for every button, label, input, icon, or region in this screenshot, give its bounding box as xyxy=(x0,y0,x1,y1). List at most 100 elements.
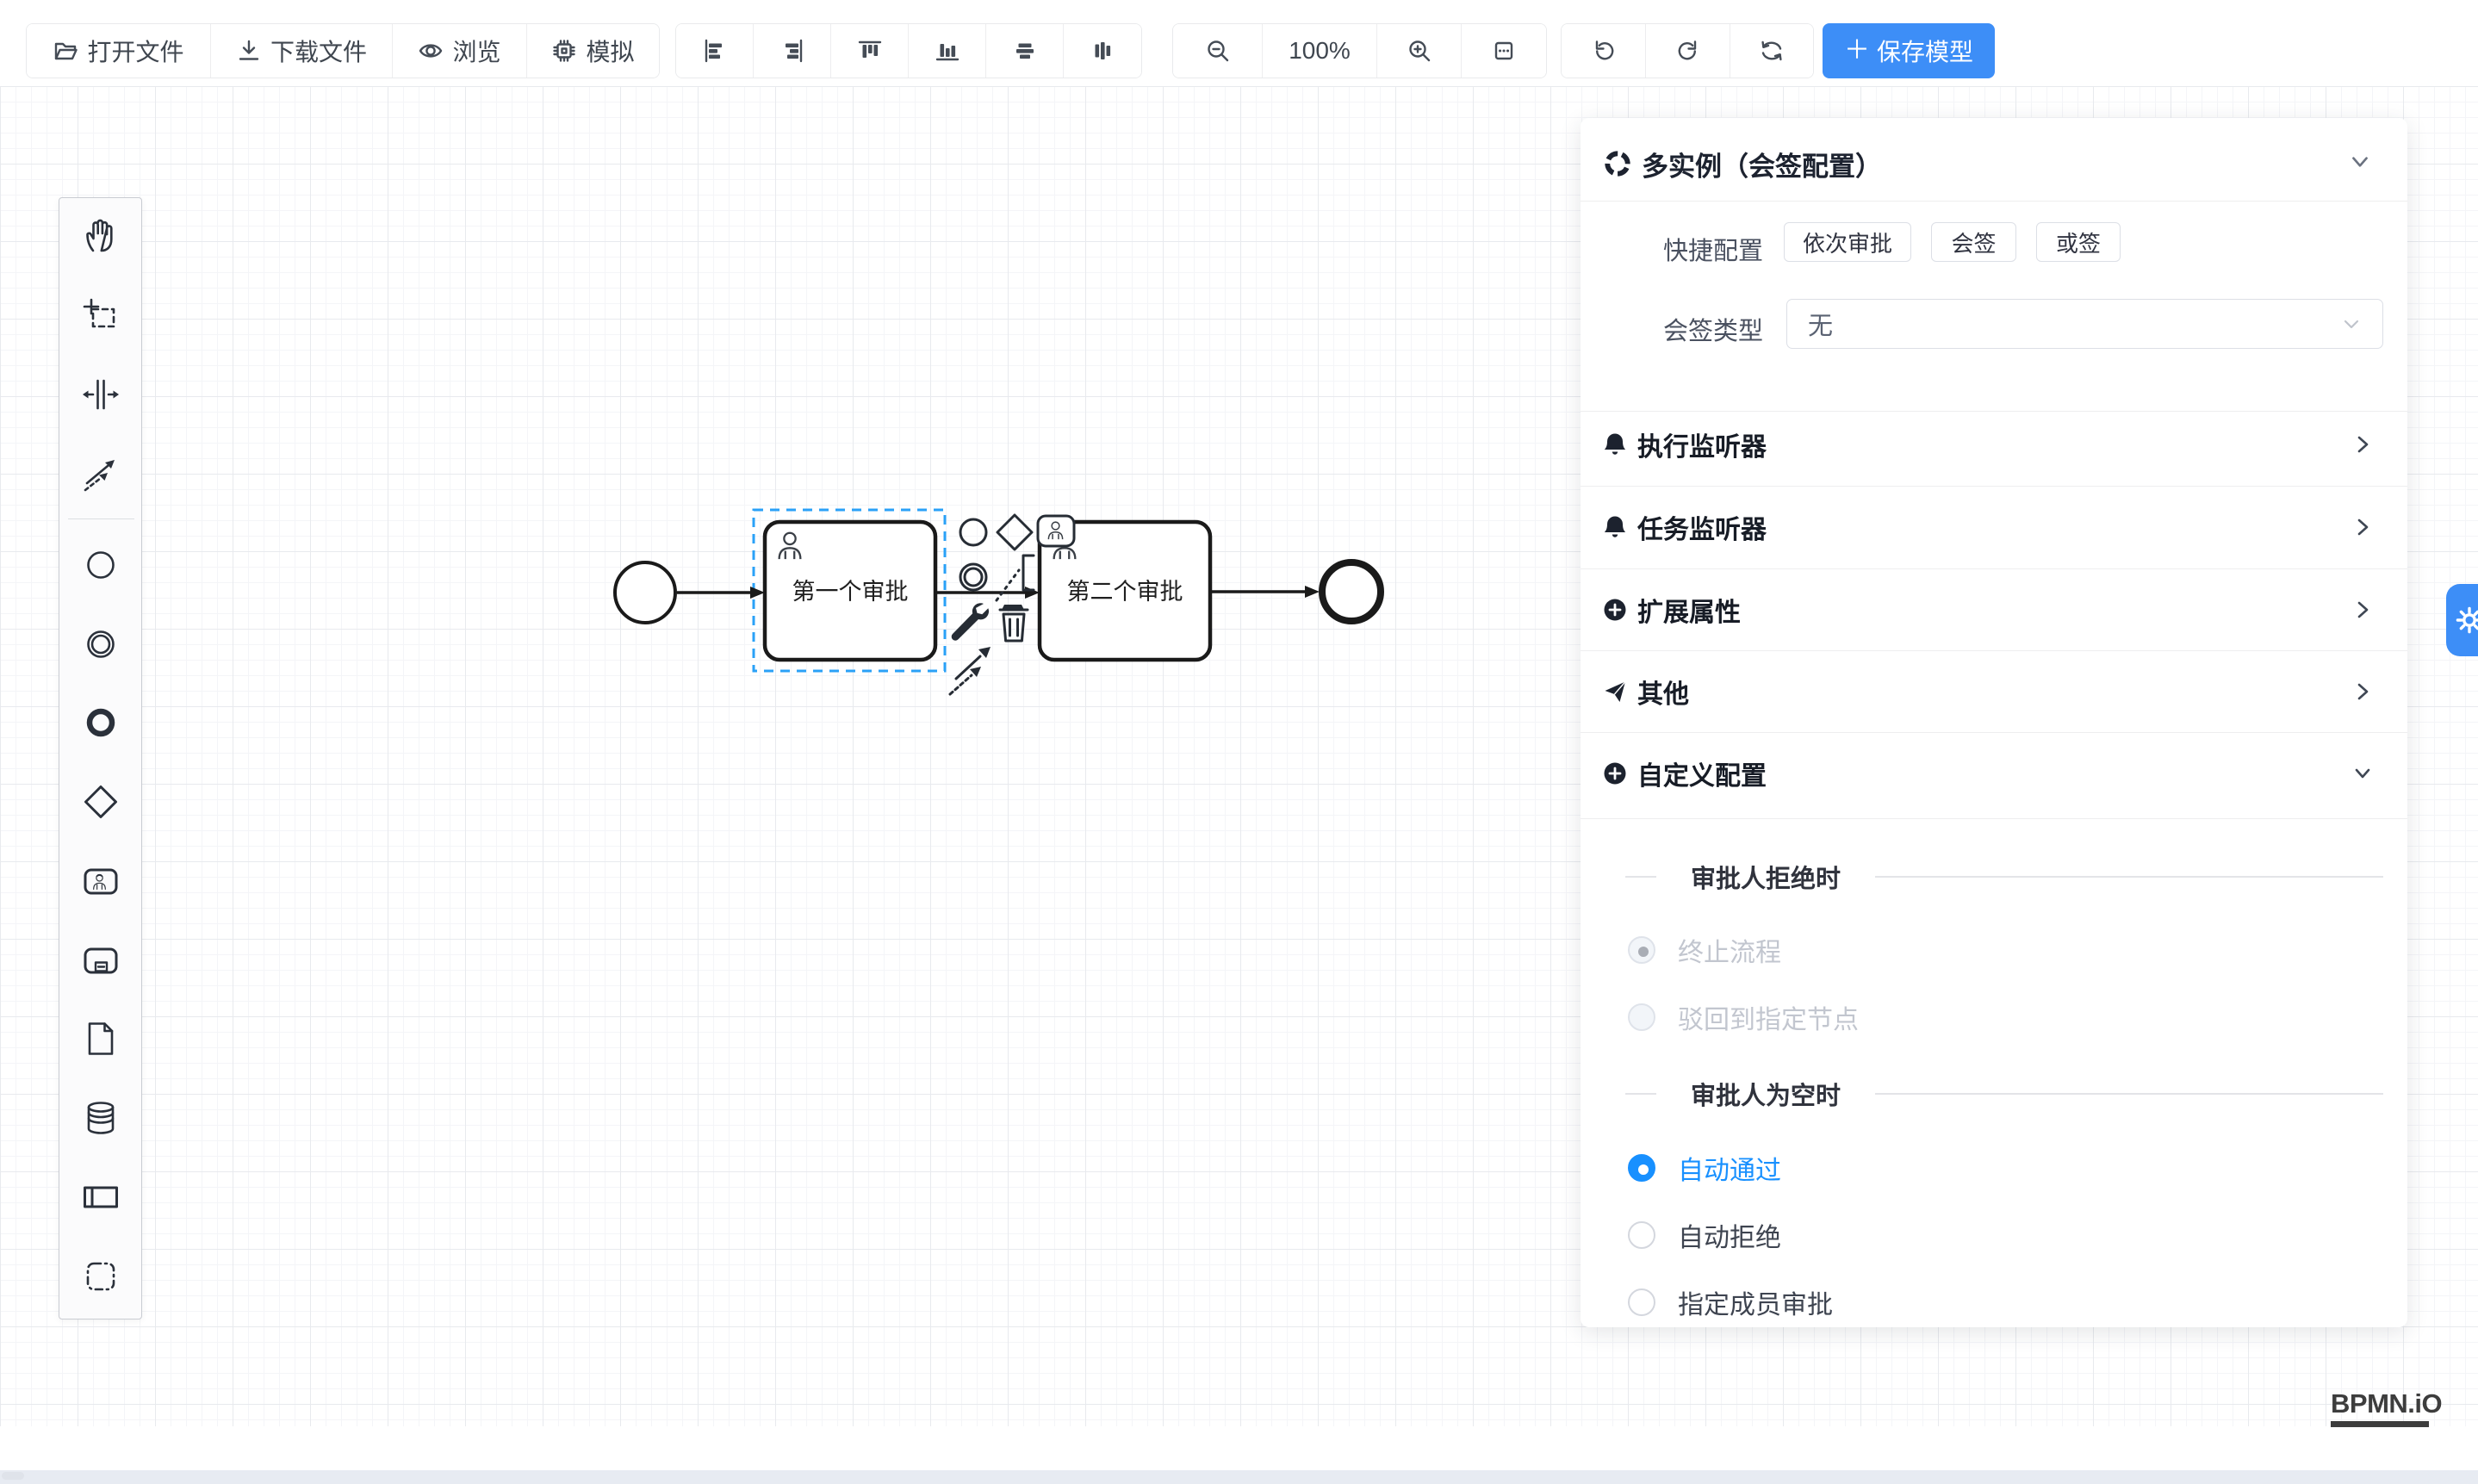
palette-hand-tool[interactable] xyxy=(77,212,125,260)
scrollbar-thumb[interactable] xyxy=(2,1472,24,1480)
accordion-extended-properties[interactable]: 扩展属性 xyxy=(1581,568,2407,651)
quick-config-orsign-button[interactable]: 或签 xyxy=(2036,222,2121,262)
align-right-button[interactable] xyxy=(754,24,831,78)
save-model-label: 保存模型 xyxy=(1877,34,1973,68)
simulate-label: 模拟 xyxy=(586,34,634,68)
radio-label: 驳回到指定节点 xyxy=(1678,998,1859,1036)
chevron-right-icon xyxy=(2352,681,2373,702)
quick-config-countersign-button[interactable]: 会签 xyxy=(1931,222,2016,262)
distribute-vertical-button[interactable] xyxy=(1064,24,1141,78)
radio-label: 自动拒绝 xyxy=(1678,1216,1781,1254)
palette-intermediate-event[interactable] xyxy=(77,620,125,668)
sequence-flow-3[interactable] xyxy=(1210,586,1320,598)
fit-viewport-button[interactable] xyxy=(1462,24,1546,78)
radio-auto-pass[interactable]: 自动通过 xyxy=(1628,1149,1781,1187)
hand-tool-icon xyxy=(81,216,121,256)
collapse-chevron-down-icon[interactable] xyxy=(2349,151,2371,173)
zoom-in-button[interactable] xyxy=(1377,24,1462,78)
accordion-execution-listener[interactable]: 执行监听器 xyxy=(1581,403,2407,486)
divider xyxy=(1625,876,1656,878)
radio-button[interactable] xyxy=(1628,1003,1655,1031)
align-left-button[interactable] xyxy=(676,24,754,78)
append-intermediate-event-icon[interactable] xyxy=(960,564,986,590)
align-bottom-button[interactable] xyxy=(909,24,986,78)
append-gateway-icon[interactable] xyxy=(997,515,1032,550)
accordion-task-listener[interactable]: 任务监听器 xyxy=(1581,486,2407,568)
append-end-event-icon[interactable] xyxy=(960,519,986,545)
append-user-task-icon[interactable] xyxy=(1038,516,1074,546)
space-tool-icon xyxy=(81,375,121,414)
redo-icon xyxy=(1675,38,1701,64)
quick-config-sequential-button[interactable]: 依次审批 xyxy=(1784,222,1911,262)
fit-viewport-icon xyxy=(1491,38,1517,64)
radio-terminate-process[interactable]: 终止流程 xyxy=(1628,931,1781,969)
end-event-node[interactable] xyxy=(1322,562,1381,621)
user-task-icon xyxy=(81,861,121,901)
chevron-right-icon xyxy=(2352,434,2373,455)
radio-label: 终止流程 xyxy=(1678,931,1781,969)
radio-button[interactable] xyxy=(1628,1288,1655,1316)
align-top-button[interactable] xyxy=(831,24,909,78)
palette-sub-process[interactable] xyxy=(77,936,125,984)
simulate-button[interactable]: 模拟 xyxy=(527,24,659,78)
save-model-button[interactable]: ＋ 保存模型 xyxy=(1823,23,1995,78)
plus-circle-icon xyxy=(1602,597,1628,623)
radio-auto-reject[interactable]: 自动拒绝 xyxy=(1628,1216,1781,1254)
palette-group[interactable] xyxy=(77,1252,125,1301)
palette-participant-pool[interactable] xyxy=(77,1173,125,1221)
browse-button[interactable]: 浏览 xyxy=(393,24,527,78)
element-palette xyxy=(59,197,142,1319)
download-icon xyxy=(236,38,262,64)
accordion-label: 执行监听器 xyxy=(1637,425,1767,463)
data-object-icon xyxy=(81,1019,121,1059)
accordion-label: 自定义配置 xyxy=(1637,754,1767,792)
accordion-other[interactable]: 其他 xyxy=(1581,650,2407,733)
palette-gateway[interactable] xyxy=(77,778,125,826)
palette-data-object[interactable] xyxy=(77,1015,125,1063)
palette-user-task[interactable] xyxy=(77,857,125,905)
zoom-out-button[interactable] xyxy=(1173,24,1263,78)
palette-end-event[interactable] xyxy=(77,699,125,747)
palette-lasso-tool[interactable] xyxy=(77,291,125,339)
redo-button[interactable] xyxy=(1646,24,1730,78)
plus-circle-icon xyxy=(1602,761,1628,786)
radio-button[interactable] xyxy=(1628,936,1655,964)
radio-return-to-node[interactable]: 驳回到指定节点 xyxy=(1628,998,1859,1036)
sequence-flow-1[interactable] xyxy=(677,587,765,599)
accordion-custom-config[interactable]: 自定义配置 xyxy=(1581,732,2407,815)
distribute-horizontal-button[interactable] xyxy=(986,24,1064,78)
undo-button[interactable] xyxy=(1562,24,1646,78)
reject-section-header: 审批人拒绝时 xyxy=(1625,864,2383,890)
align-left-icon xyxy=(702,38,728,64)
gateway-icon xyxy=(81,782,121,822)
change-type-wrench-icon[interactable] xyxy=(952,603,989,640)
end-event-icon xyxy=(81,703,121,742)
palette-global-connect-tool[interactable] xyxy=(77,450,125,498)
palette-start-event[interactable] xyxy=(77,541,125,589)
settings-tab[interactable] xyxy=(2446,584,2478,656)
panel-header[interactable]: 多实例（会签配置） xyxy=(1604,138,1882,189)
browse-label: 浏览 xyxy=(452,34,500,68)
bpmn-io-watermark[interactable]: BPMN.iO xyxy=(2331,1388,2442,1427)
radio-assign-member[interactable]: 指定成员审批 xyxy=(1628,1283,1833,1321)
sign-type-select[interactable]: 无 xyxy=(1786,299,2383,349)
horizontal-scrollbar-track[interactable] xyxy=(0,1470,2478,1484)
connect-tool-icon[interactable] xyxy=(950,647,991,694)
open-file-button[interactable]: 打开文件 xyxy=(27,24,211,78)
intermediate-event-icon xyxy=(81,624,121,664)
toolbar-history-group xyxy=(1561,23,1814,78)
refresh-button[interactable] xyxy=(1730,24,1813,78)
radio-button[interactable] xyxy=(1628,1154,1655,1182)
radio-button[interactable] xyxy=(1628,1221,1655,1249)
palette-data-store[interactable] xyxy=(77,1094,125,1142)
bpmn-editor: 打开文件 下载文件 浏览 模拟 xyxy=(0,0,2478,1484)
send-icon xyxy=(1602,679,1628,705)
download-file-button[interactable]: 下载文件 xyxy=(211,24,393,78)
task-2-label: 第二个审批 xyxy=(1067,579,1183,605)
task-1-label: 第一个审批 xyxy=(792,579,909,605)
start-event-node[interactable] xyxy=(615,562,675,623)
delete-trash-icon[interactable] xyxy=(1000,605,1028,641)
task-node-1[interactable]: 第一个审批 xyxy=(765,522,935,660)
palette-space-tool[interactable] xyxy=(77,370,125,419)
toolbar-zoom-group: 100% xyxy=(1172,23,1547,78)
